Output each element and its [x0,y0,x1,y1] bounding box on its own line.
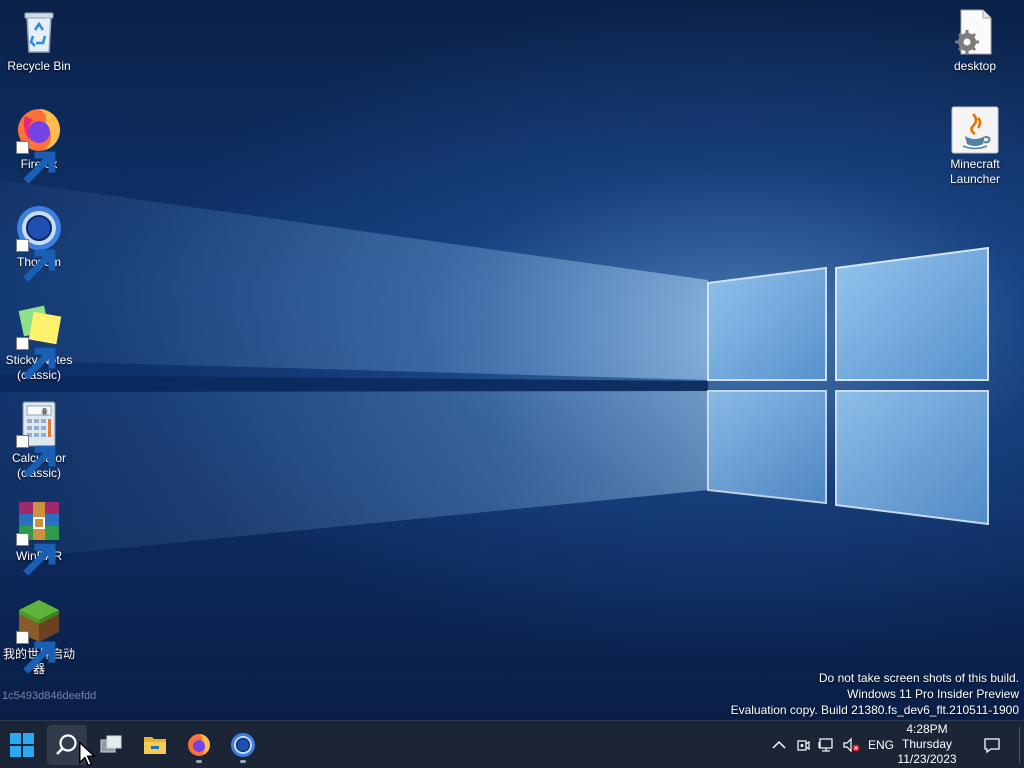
clock-date: 11/23/2023 [897,752,957,766]
desktop-icon-label: Minecraft Launcher [949,157,1001,186]
desktop-wallpaper [0,0,1024,720]
firefox-icon [186,732,212,758]
taskbar-clock[interactable]: 4:28PM Thursday 11/23/2023 [890,722,964,767]
thorium-icon [15,204,63,282]
show-hidden-icons-button[interactable] [770,733,788,757]
chevron-up-icon [772,740,786,750]
shortcut-arrow-icon [16,239,56,282]
network-icon [818,737,836,753]
search-button[interactable] [47,725,97,767]
watermark-line-1: Do not take screen shots of this build. [818,671,1019,685]
desktop-icon-calculator[interactable]: 0 Calculator (classic) [0,400,78,481]
machine-id-text: 1c5493d846deefdd [2,690,97,702]
folder-icon [142,732,168,758]
running-indicator [240,760,246,763]
task-view-icon [98,732,124,758]
tray-volume[interactable] [841,733,861,757]
desktop-icon-label: Recycle Bin [7,59,71,73]
desktop-icon-minecraft-launcher[interactable]: Minecraft Launcher [936,106,1014,187]
shortcut-arrow-icon [16,435,56,478]
shortcut-arrow-icon [16,631,56,674]
thorium-icon [230,732,256,758]
clock-time: 4:28PM [906,722,948,736]
calculator-icon: 0 [15,400,63,478]
watermark-line-3: Evaluation copy. Build 21380.fs_dev6_flt… [730,703,1019,717]
firefox-icon [15,106,63,184]
svg-text:0: 0 [42,407,47,416]
task-view-button[interactable] [91,725,131,765]
taskbar-firefox[interactable] [179,725,219,765]
start-button[interactable] [2,725,42,765]
recycle-bin-icon [15,8,63,56]
desktop-icon-winrar[interactable]: WinRAR [0,498,78,576]
desktop-icon-firefox[interactable]: Firefox [0,106,78,184]
taskbar-file-explorer[interactable] [135,725,175,765]
tray-network[interactable] [817,733,837,757]
minecraft-grass-block-icon [15,596,63,674]
shortcut-arrow-icon [16,141,56,184]
desktop-icon-desktop-ini[interactable]: desktop [936,8,1014,74]
tray-camera[interactable] [794,733,812,757]
watermark-line-2: Windows 11 Pro Insider Preview [847,687,1019,701]
volume-muted-icon [842,737,860,753]
notification-icon [983,736,1001,754]
running-indicator [196,760,202,763]
windows-logo-icon [9,732,35,758]
camera-icon [795,737,811,753]
winrar-icon [15,498,63,576]
desktop-icon-minecraft-cn-launcher[interactable]: 我的世界启动 器 [0,596,78,677]
sticky-notes-icon [15,302,63,380]
java-icon [951,106,999,154]
desktop-icon-sticky-notes[interactable]: Sticky Notes (classic) [0,302,78,383]
desktop-icon-recycle-bin[interactable]: Recycle Bin [0,8,78,74]
shortcut-arrow-icon [16,337,56,380]
taskbar-thorium[interactable] [223,725,263,765]
show-desktop-button[interactable] [1019,727,1024,763]
clock-day: Thursday [901,737,953,751]
desktop-icon-label: desktop [953,59,997,73]
build-watermark: Do not take screen shots of this build. … [731,670,1019,718]
taskbar: ENG 4:28PM Thursday 11/23/2023 [0,720,1024,768]
shortcut-arrow-icon [16,533,56,576]
notification-center-button[interactable] [980,733,1004,757]
desktop-icon-thorium[interactable]: Thorium [0,204,78,282]
settings-file-icon [951,8,999,56]
